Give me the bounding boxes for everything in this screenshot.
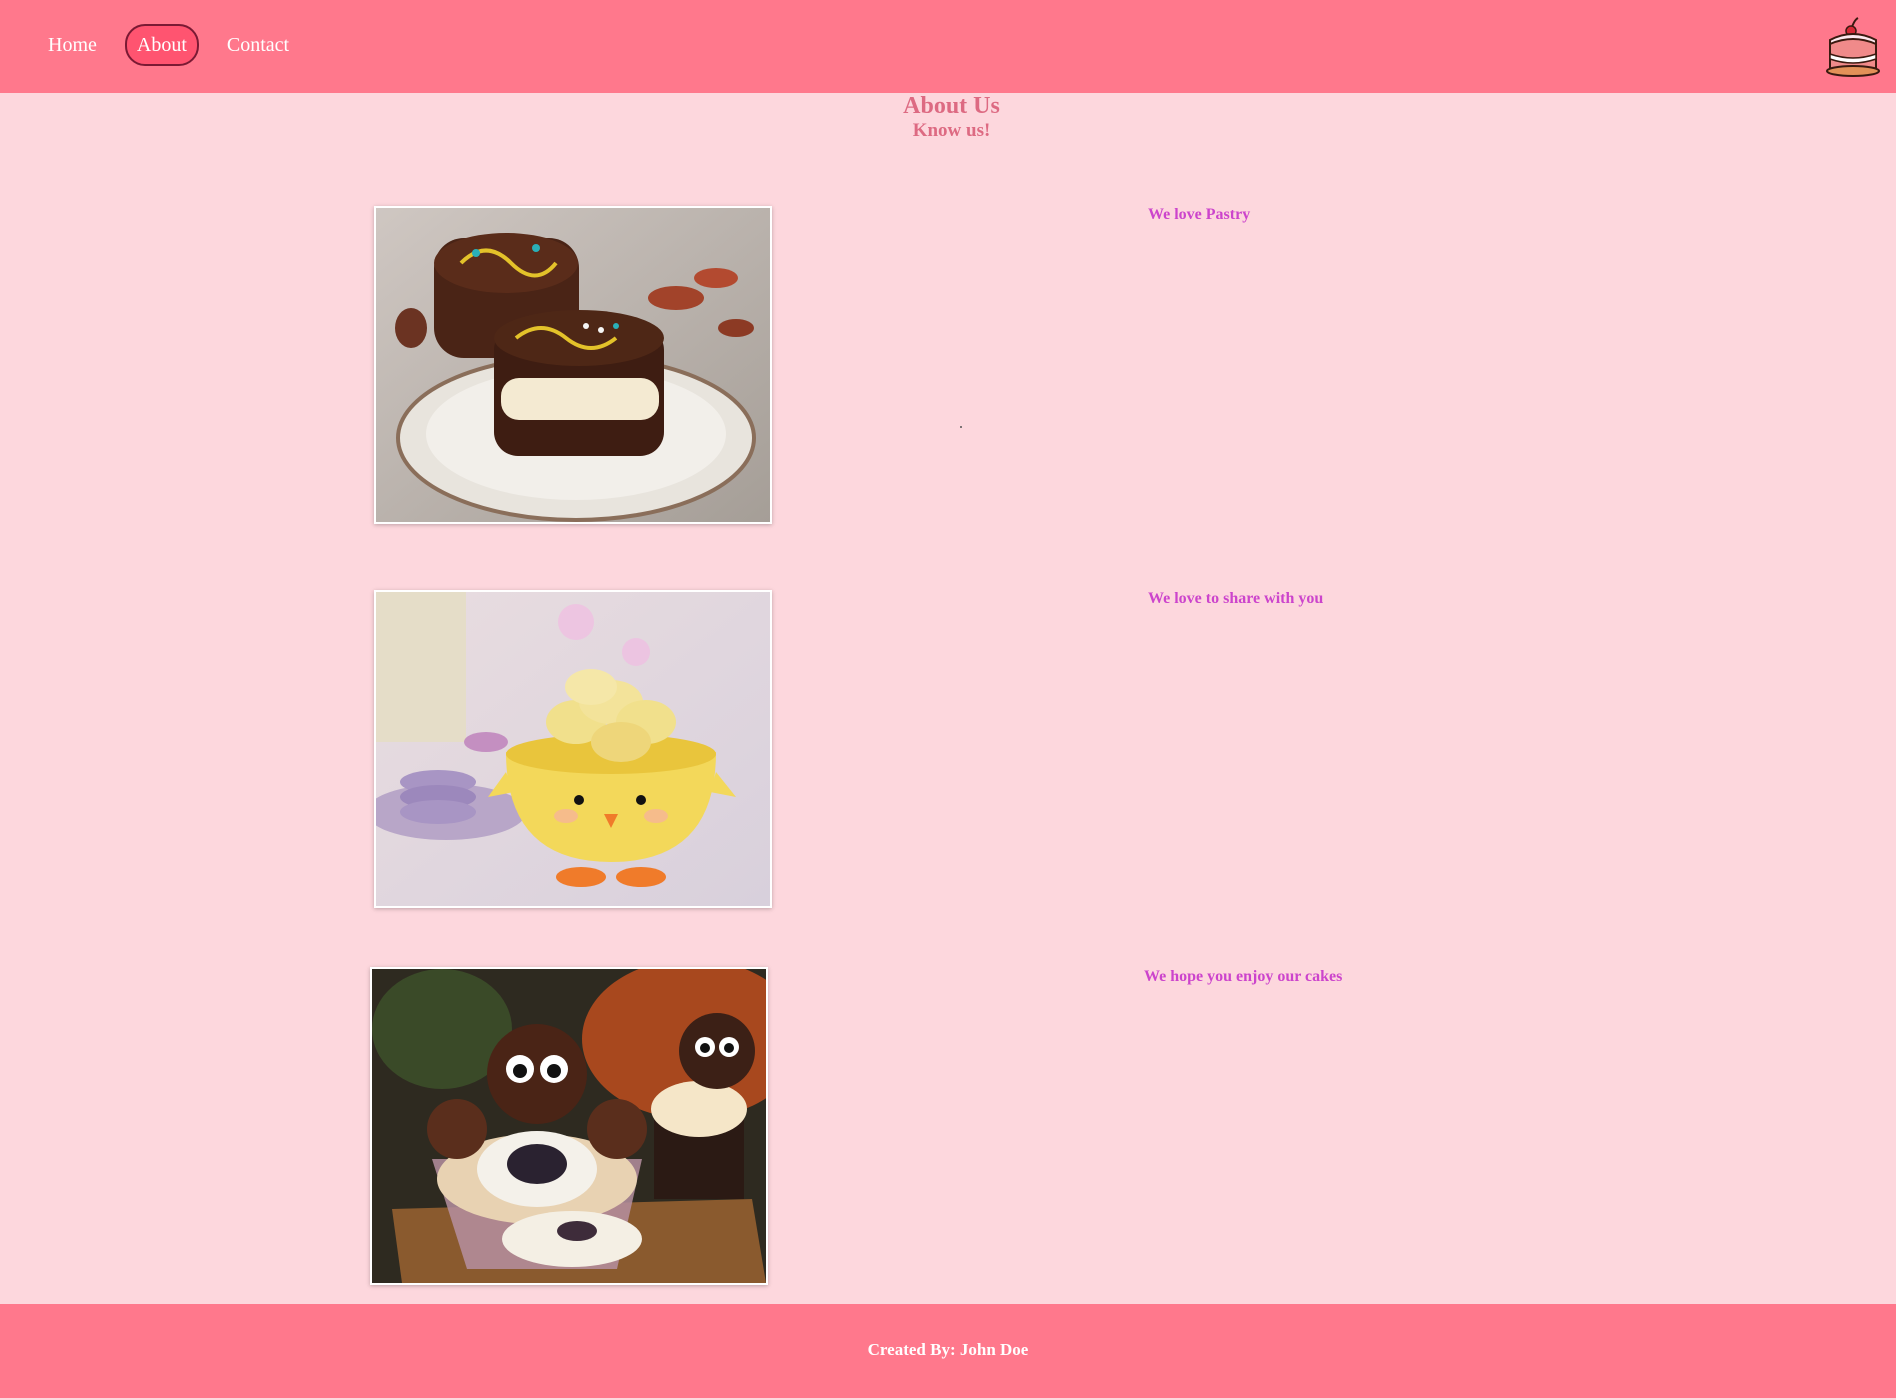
nav-links: Home About Contact: [36, 24, 317, 66]
page-subtitle: Know us!: [912, 120, 991, 141]
cake-icon[interactable]: [1824, 16, 1882, 78]
section-caption-1: We love Pastry: [1148, 206, 1251, 223]
nav-contact-link[interactable]: Contact: [215, 24, 301, 66]
footer: Created By: John Doe: [0, 1304, 1896, 1398]
navbar: Home About Contact: [0, 0, 1896, 93]
page-title: About Us: [903, 93, 1000, 119]
chocolate-pastry-image: [374, 206, 772, 524]
section-caption-3: We hope you enjoy our cakes: [1144, 968, 1343, 985]
footer-credit: Created By: John Doe: [867, 1340, 1029, 1359]
oreo-cupcake-image: [370, 967, 768, 1285]
stray-dot: [960, 426, 962, 428]
nav-about-link[interactable]: About: [124, 24, 199, 66]
macaron-chick-bowl-image: [374, 590, 772, 908]
nav-home-link[interactable]: Home: [36, 24, 109, 66]
section-caption-2: We love to share with you: [1148, 590, 1324, 607]
